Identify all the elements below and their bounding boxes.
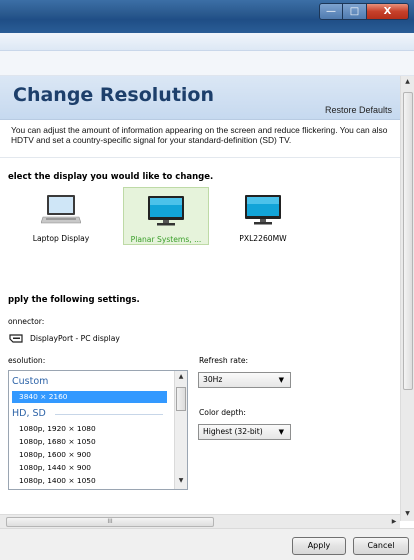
cancel-button[interactable]: Cancel <box>353 537 409 555</box>
list-item[interactable]: 1080p, 1920 × 1080 <box>12 423 167 435</box>
dialog-footer: Apply Cancel <box>0 528 414 560</box>
page-title: Change Resolution <box>13 84 215 106</box>
page-header: Change Resolution Restore Defaults <box>0 76 400 120</box>
refresh-rate-select[interactable]: 30Hz ▼ <box>198 372 291 388</box>
list-item-selected[interactable]: 3840 × 2160 <box>12 391 167 403</box>
group-custom: Custom <box>12 376 49 387</box>
page-vertical-scrollbar[interactable]: ▲ ▼ <box>400 76 414 521</box>
monitor-icon <box>245 195 281 225</box>
display-laptop[interactable]: Laptop Display <box>18 187 104 245</box>
address-toolbar <box>0 33 414 51</box>
apply-settings-heading: pply the following settings. <box>8 295 140 305</box>
window-title-bar: — □ X <box>0 0 414 33</box>
laptop-icon <box>41 195 81 224</box>
close-button[interactable]: X <box>367 3 409 20</box>
command-bar <box>0 51 414 76</box>
apply-button[interactable]: Apply <box>292 537 346 555</box>
scroll-down-icon[interactable]: ▼ <box>175 475 187 487</box>
refresh-rate-label: Refresh rate: <box>199 356 249 365</box>
color-depth-value: Highest (32-bit) <box>203 427 263 436</box>
list-item[interactable]: 1080p, 1440 × 900 <box>12 462 167 474</box>
scroll-up-icon[interactable]: ▲ <box>401 76 414 88</box>
minimize-button[interactable]: — <box>319 3 343 20</box>
displayport-icon <box>9 334 23 343</box>
list-item[interactable]: 1080p, 1600 × 900 <box>12 449 167 461</box>
chevron-down-icon: ▼ <box>278 428 284 436</box>
scroll-down-icon[interactable]: ▼ <box>401 508 414 520</box>
display-planar[interactable]: Planar Systems, ... <box>123 187 209 245</box>
scroll-right-icon[interactable]: ▶ <box>388 515 400 528</box>
list-item[interactable]: 1080p, 1680 × 1050 <box>12 436 167 448</box>
list-item[interactable]: 1080p, 1400 × 1050 <box>12 475 167 487</box>
resolution-list[interactable]: Custom 3840 × 2160 HD, SD 1080p, 1920 × … <box>8 370 188 490</box>
group-hd-sd: HD, SD <box>12 408 46 419</box>
display-label: Planar Systems, ... <box>130 235 202 244</box>
refresh-rate-value: 30Hz <box>203 375 223 384</box>
scroll-thumb[interactable] <box>176 387 186 411</box>
scroll-thumb[interactable] <box>403 92 413 390</box>
horizontal-scrollbar[interactable]: III ▶ <box>0 514 400 528</box>
color-depth-label: Color depth: <box>199 408 246 417</box>
list-scrollbar[interactable]: ▲ ▼ <box>174 371 187 489</box>
divider <box>0 157 400 158</box>
select-display-heading: elect the display you would like to chan… <box>8 172 214 182</box>
display-pxl2260mw[interactable]: PXL2260MW <box>220 187 306 245</box>
description-line-1: You can adjust the amount of information… <box>11 125 388 135</box>
chevron-down-icon: ▼ <box>278 376 284 384</box>
scroll-up-icon[interactable]: ▲ <box>175 371 187 383</box>
window-controls: — □ X <box>319 3 409 20</box>
description-line-2: HDTV and set a country-specific signal f… <box>11 135 292 145</box>
display-label: PXL2260MW <box>239 234 287 243</box>
display-label: Laptop Display <box>32 234 90 243</box>
page-description: You can adjust the amount of information… <box>11 125 403 145</box>
connector-label: onnector: <box>8 317 45 326</box>
group-divider <box>55 414 163 415</box>
maximize-button[interactable]: □ <box>343 3 367 20</box>
monitor-icon <box>148 196 184 226</box>
connector-value: DisplayPort - PC display <box>30 334 120 343</box>
color-depth-select[interactable]: Highest (32-bit) ▼ <box>198 424 291 440</box>
resolution-label: esolution: <box>8 356 46 365</box>
scroll-thumb[interactable]: III <box>6 517 214 527</box>
restore-defaults-link[interactable]: Restore Defaults <box>325 105 392 115</box>
